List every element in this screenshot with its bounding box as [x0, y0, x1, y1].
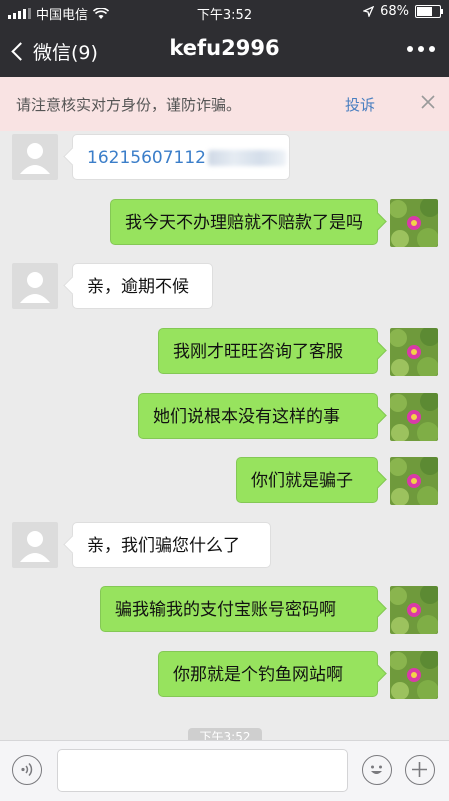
message-bubble[interactable]: 骗我输我的支付宝账号密码啊 — [100, 586, 378, 632]
message-bubble[interactable]: 亲，逾期不候 — [72, 263, 213, 309]
report-link[interactable]: 投诉 — [345, 94, 375, 115]
user-avatar[interactable] — [390, 457, 438, 505]
battery-percent: 68% — [380, 4, 409, 19]
voice-icon[interactable] — [12, 755, 42, 785]
redacted-blur — [207, 150, 286, 166]
user-avatar[interactable] — [390, 393, 438, 441]
user-avatar[interactable] — [390, 199, 438, 247]
user-avatar[interactable] — [390, 651, 438, 699]
chat-title: kefu2996 — [169, 36, 280, 60]
battery-icon — [415, 5, 443, 18]
user-avatar[interactable] — [390, 586, 438, 634]
message-bubble[interactable]: 你们就是骗子 — [236, 457, 378, 503]
message-text: 16215607112 — [87, 148, 206, 168]
nav-bar: 微信(9) kefu2996 — [0, 24, 449, 77]
message-text: 亲，我们骗您什么了 — [87, 536, 240, 556]
message-text: 她们说根本没有这样的事 — [153, 407, 340, 427]
message-input[interactable] — [57, 749, 348, 792]
warning-text: 请注意核实对方身份，谨防诈骗。 — [16, 96, 242, 114]
plus-icon[interactable] — [405, 755, 435, 785]
message-text: 你那就是个钓鱼网站啊 — [173, 665, 343, 685]
emoji-icon-glyph — [371, 765, 382, 774]
status-bar: 中国电信 下午3:52 68% — [0, 0, 449, 24]
message-bubble[interactable]: 你那就是个钓鱼网站啊 — [158, 651, 378, 697]
contact-avatar[interactable] — [12, 263, 58, 309]
message-text: 你们就是骗子 — [251, 471, 353, 491]
voice-icon-glyph — [21, 762, 33, 777]
message-bubble[interactable]: 她们说根本没有这样的事 — [138, 393, 378, 439]
contact-avatar[interactable] — [12, 134, 58, 180]
location-arrow-icon — [363, 6, 375, 17]
plus-icon-glyph — [412, 762, 427, 777]
message-text: 骗我输我的支付宝账号密码啊 — [115, 600, 336, 620]
emoji-icon[interactable] — [362, 755, 392, 785]
close-icon[interactable] — [419, 93, 437, 111]
input-bar — [0, 740, 449, 801]
contact-avatar[interactable] — [12, 522, 58, 568]
user-avatar[interactable] — [390, 328, 438, 376]
message-bubble[interactable]: 我今天不办理赔就不赔款了是吗 — [110, 199, 378, 245]
message-bubble[interactable]: 亲，我们骗您什么了 — [72, 522, 271, 568]
message-bubble[interactable]: 我刚才旺旺咨询了客服 — [158, 328, 378, 374]
more-icon[interactable] — [407, 46, 435, 52]
message-text: 亲，逾期不候 — [87, 277, 189, 297]
fraud-warning-banner: 请注意核实对方身份，谨防诈骗。 投诉 — [0, 77, 449, 131]
message-text: 我今天不办理赔就不赔款了是吗 — [125, 213, 363, 233]
message-bubble[interactable]: 16215607112 — [72, 134, 290, 180]
message-text: 我刚才旺旺咨询了客服 — [173, 342, 343, 362]
